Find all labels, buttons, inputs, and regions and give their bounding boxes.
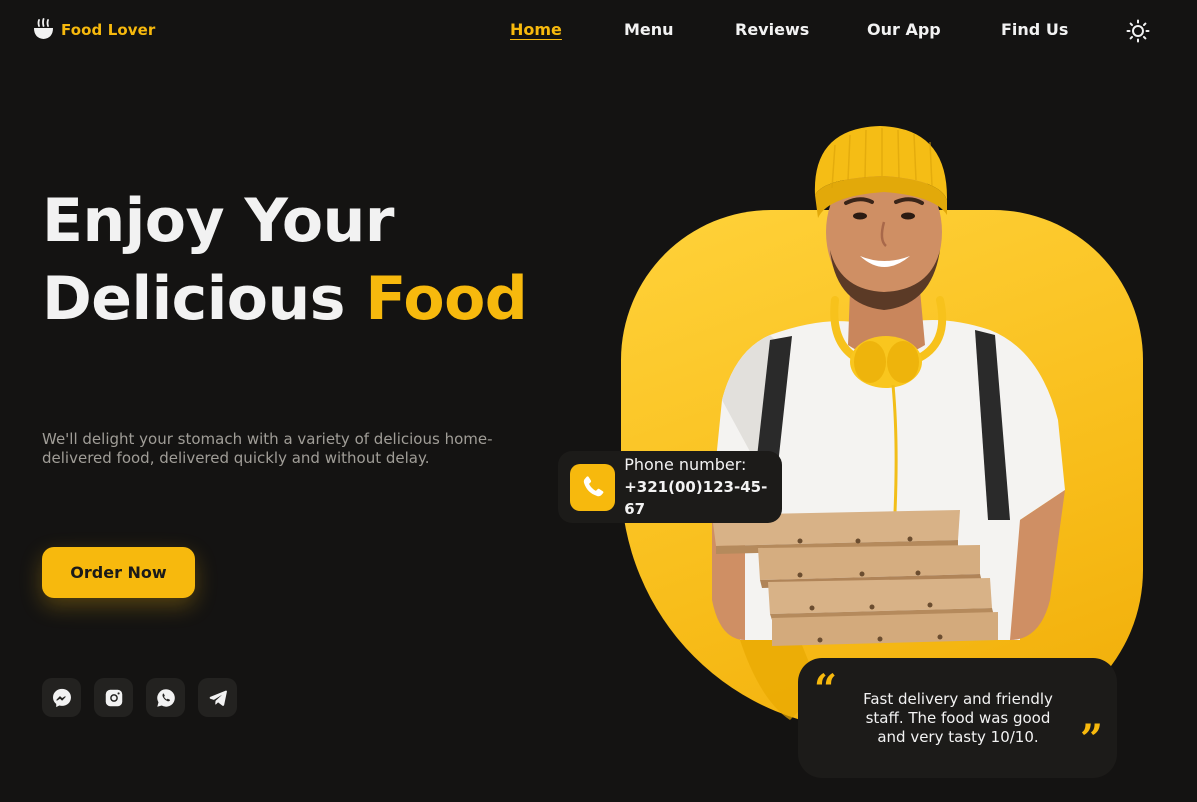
whatsapp-link[interactable] — [146, 678, 185, 717]
sun-icon — [1126, 19, 1150, 43]
phone-icon-box — [570, 463, 616, 511]
telegram-icon — [208, 690, 227, 706]
open-quote-icon: “ — [814, 666, 838, 713]
phone-label: Phone number: — [624, 455, 747, 474]
main-nav: Home Menu Reviews Our App Find Us — [0, 20, 1197, 44]
nav-menu[interactable]: Menu — [624, 20, 674, 39]
nav-home[interactable]: Home — [510, 20, 562, 39]
messenger-icon — [52, 688, 71, 707]
nav-find-us[interactable]: Find Us — [1001, 20, 1068, 39]
order-now-button[interactable]: Order Now — [42, 547, 195, 598]
hero-title-line2-prefix: Delicious — [42, 264, 366, 334]
nav-reviews[interactable]: Reviews — [735, 20, 809, 39]
instagram-link[interactable] — [94, 678, 133, 717]
hero-title-accent: Food — [365, 264, 528, 334]
hero-title: Enjoy Your Delicious Food — [42, 182, 528, 338]
review-text: Fast delivery and friendly staff. The fo… — [863, 690, 1053, 746]
social-links — [42, 678, 237, 717]
phone-card[interactable]: Phone number: +321(00)123-45-67 — [558, 451, 782, 523]
review-card: “ Fast delivery and friendly staff. The … — [798, 658, 1117, 778]
close-quote-icon: ” — [1080, 716, 1104, 763]
phone-number: +321(00)123-45-67 — [624, 478, 768, 518]
hero-description: We'll delight your stomach with a variet… — [42, 430, 493, 467]
hero-title-line1: Enjoy Your — [42, 186, 394, 256]
phone-icon — [583, 476, 604, 497]
telegram-link[interactable] — [198, 678, 237, 717]
whatsapp-icon — [156, 688, 175, 707]
theme-toggle-button[interactable] — [1126, 19, 1150, 43]
nav-our-app[interactable]: Our App — [867, 20, 941, 39]
instagram-icon — [105, 689, 122, 706]
messenger-link[interactable] — [42, 678, 81, 717]
